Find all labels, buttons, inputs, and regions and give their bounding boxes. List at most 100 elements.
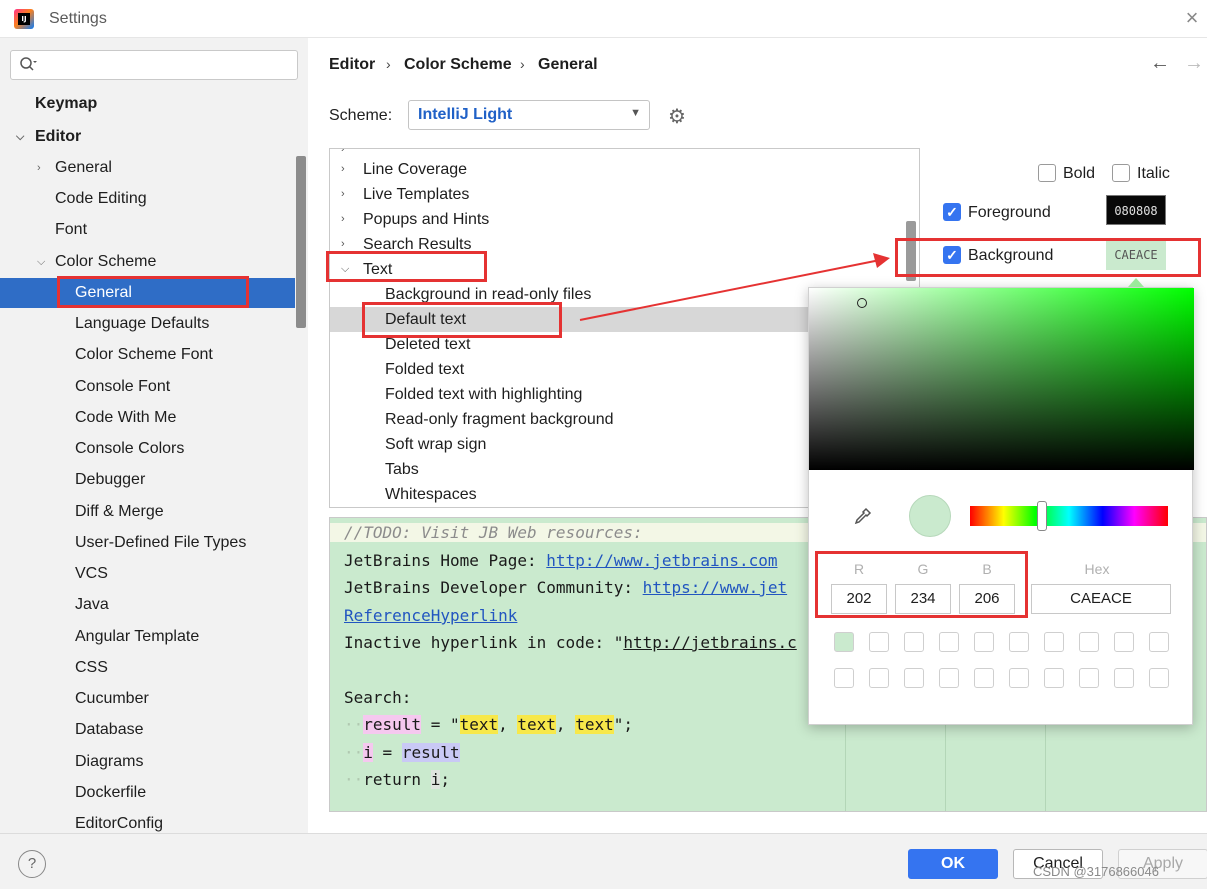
home-page-link[interactable]: http://www.jetbrains.com: [546, 551, 777, 570]
close-icon[interactable]: ×: [1180, 6, 1204, 30]
search-icon: [19, 56, 37, 78]
dropdown-arrow-icon: ▼: [630, 107, 641, 119]
code-line-search: Search:: [344, 688, 412, 707]
sidebar-item-color-scheme[interactable]: ⌵ Color Scheme: [0, 247, 295, 277]
hue-slider[interactable]: [970, 506, 1168, 526]
sidebar-item-vcs[interactable]: VCS: [0, 559, 295, 589]
annotation-box-background: [895, 238, 1201, 277]
sidebar-item-java[interactable]: Java: [0, 590, 295, 620]
breadcrumb-editor[interactable]: Editor: [329, 56, 375, 74]
recent-color-swatch[interactable]: [939, 632, 959, 652]
chevron-right-icon[interactable]: ›: [341, 157, 345, 182]
reference-hyperlink[interactable]: ReferenceHyperlink: [344, 606, 517, 625]
tree-item-line-coverage[interactable]: › Line Coverage: [330, 157, 905, 182]
window-title: Settings: [49, 10, 107, 27]
chevron-down-icon[interactable]: ⌵: [16, 122, 24, 152]
intellij-logo-icon: IJ: [14, 9, 34, 29]
sidebar-item-color-scheme-font[interactable]: Color Scheme Font: [0, 340, 295, 370]
sidebar-item-console-colors[interactable]: Console Colors: [0, 434, 295, 464]
italic-label: Italic: [1137, 165, 1170, 182]
hue-slider-thumb[interactable]: [1037, 501, 1047, 531]
sidebar-item-debugger[interactable]: Debugger: [0, 465, 295, 495]
recent-color-swatch[interactable]: [1044, 632, 1064, 652]
sidebar-item-cucumber[interactable]: Cucumber: [0, 684, 295, 714]
italic-checkbox[interactable]: [1112, 164, 1130, 182]
breadcrumb-separator-icon: ›: [386, 56, 391, 72]
chevron-down-icon[interactable]: ⌵: [37, 247, 45, 277]
code-line-home: JetBrains Home Page: http://www.jetbrain…: [344, 551, 778, 570]
code-line-reference: ReferenceHyperlink: [344, 606, 517, 625]
scheme-dropdown[interactable]: IntelliJ Light ▼: [408, 100, 650, 130]
ok-button[interactable]: OK: [908, 849, 998, 879]
sidebar-item-language-defaults[interactable]: Language Defaults: [0, 309, 295, 339]
annotation-box-default-text: [362, 302, 562, 338]
chevron-right-icon[interactable]: ›: [341, 182, 345, 207]
scheme-value: IntelliJ Light: [418, 106, 513, 123]
help-button[interactable]: ?: [18, 850, 46, 878]
sidebar-item-dockerfile[interactable]: Dockerfile: [0, 778, 295, 808]
breadcrumb-general: General: [538, 56, 598, 73]
sidebar-item-editorconfig[interactable]: EditorConfig: [0, 809, 295, 833]
sidebar-item-user-defined-file-types[interactable]: User-Defined File Types: [0, 528, 295, 558]
sidebar-item-console-font[interactable]: Console Font: [0, 372, 295, 402]
hex-input[interactable]: CAEACE: [1031, 584, 1171, 614]
recent-color-swatch[interactable]: [904, 668, 924, 688]
recent-color-swatch[interactable]: [1149, 668, 1169, 688]
annotation-arrow: [579, 253, 890, 321]
bold-label: Bold: [1063, 165, 1096, 182]
title-bar: IJ Settings ×: [0, 0, 1207, 38]
sidebar-item-css[interactable]: CSS: [0, 653, 295, 683]
recent-color-swatch[interactable]: [974, 632, 994, 652]
recent-color-swatch[interactable]: [1009, 632, 1029, 652]
color-preview-circle: [909, 495, 951, 537]
code-line-community: JetBrains Developer Community: https://w…: [344, 578, 788, 597]
sidebar-item-font[interactable]: Font: [0, 215, 295, 245]
dialog-footer: ? OK Cancel Apply: [0, 833, 1207, 889]
sidebar-item-diff-merge[interactable]: Diff & Merge: [0, 497, 295, 527]
recent-color-swatch[interactable]: [1044, 668, 1064, 688]
recent-color-swatch[interactable]: [904, 632, 924, 652]
sidebar-item-general[interactable]: › General: [0, 153, 295, 183]
recent-color-swatch[interactable]: [1114, 632, 1134, 652]
chevron-right-icon[interactable]: ›: [37, 153, 41, 183]
back-arrow-icon[interactable]: ←: [1150, 52, 1170, 75]
recent-color-swatch[interactable]: [1079, 632, 1099, 652]
annotation-box-general: [57, 276, 249, 308]
recent-color-swatch[interactable]: [1079, 668, 1099, 688]
search-input[interactable]: [10, 50, 298, 80]
recent-color-swatch[interactable]: [939, 668, 959, 688]
recent-color-swatch[interactable]: [1009, 668, 1029, 688]
tree-item-popups-and-hints[interactable]: › Popups and Hints: [330, 207, 905, 232]
bold-checkbox[interactable]: [1038, 164, 1056, 182]
sidebar-item-code-with-me[interactable]: Code With Me: [0, 403, 295, 433]
foreground-color-swatch[interactable]: 080808: [1106, 195, 1166, 225]
sidebar-item-diagrams[interactable]: Diagrams: [0, 747, 295, 777]
community-link[interactable]: https://www.jet: [643, 578, 788, 597]
color-picker-popup: R G B Hex 202 234 206 CAEACE: [808, 287, 1194, 725]
sidebar-item-database[interactable]: Database: [0, 715, 295, 745]
sidebar-scrollbar[interactable]: [296, 156, 306, 328]
gear-icon[interactable]: ⚙: [668, 104, 686, 129]
tree-item-live-templates[interactable]: › Live Templates: [330, 182, 905, 207]
chevron-right-icon[interactable]: ›: [341, 207, 345, 232]
recent-color-swatch[interactable]: [869, 632, 889, 652]
sidebar-item-keymap[interactable]: Keymap: [0, 89, 295, 119]
foreground-checkbox[interactable]: ✓: [943, 203, 961, 221]
watermark: CSDN @3176866046: [1033, 864, 1159, 879]
sidebar-item-code-editing[interactable]: Code Editing: [0, 184, 295, 214]
recent-color-swatch[interactable]: [869, 668, 889, 688]
recent-color-swatch[interactable]: [1114, 668, 1134, 688]
code-line-inactive: Inactive hyperlink in code: "http://jetb…: [344, 633, 797, 652]
code-line-result: ··result = "text, text, text";: [344, 715, 633, 734]
sidebar-item-editor[interactable]: ⌵ Editor: [0, 122, 295, 152]
forward-arrow-icon[interactable]: →: [1184, 52, 1204, 75]
recent-color-swatch[interactable]: [1149, 632, 1169, 652]
recent-color-swatch[interactable]: [834, 632, 854, 652]
code-line-return: ··return i;: [344, 770, 450, 789]
recent-color-swatch[interactable]: [974, 668, 994, 688]
recent-color-swatch[interactable]: [834, 668, 854, 688]
breadcrumb-color-scheme[interactable]: Color Scheme: [404, 56, 512, 74]
eyedropper-icon[interactable]: [851, 506, 873, 528]
scheme-label: Scheme:: [329, 107, 393, 124]
sidebar-item-angular-template[interactable]: Angular Template: [0, 622, 295, 652]
